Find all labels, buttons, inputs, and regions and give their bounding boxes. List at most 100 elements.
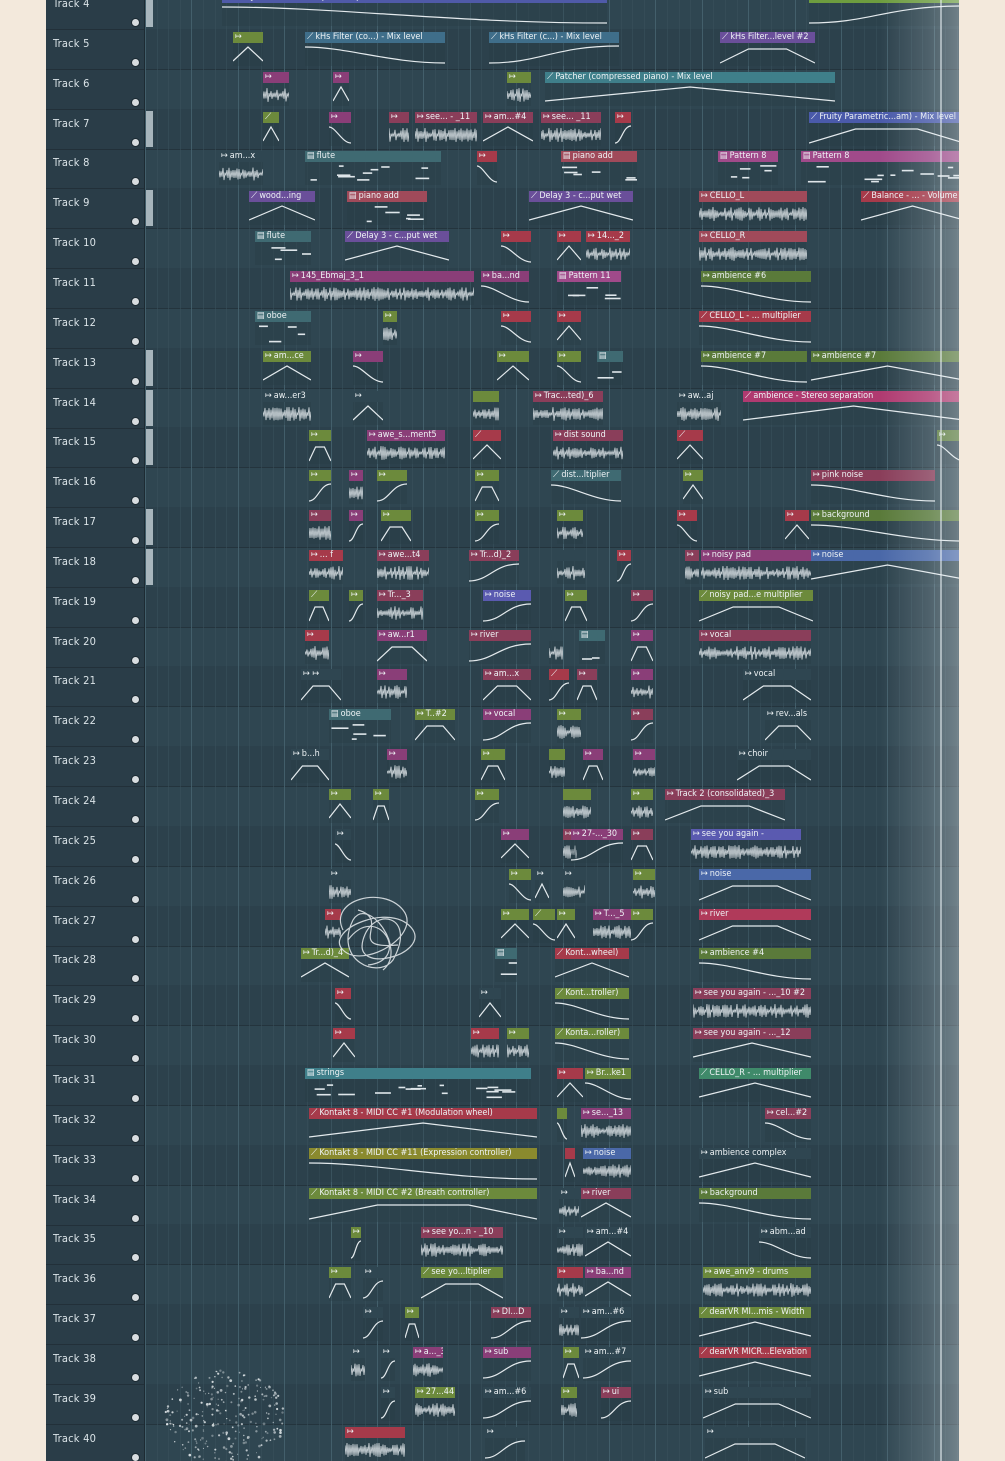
clip-header[interactable]: ↦ ambience complex (699, 1147, 811, 1159)
clip-header[interactable]: ↦ (565, 589, 587, 601)
automation-clip[interactable]: ↦ (631, 828, 653, 863)
track-name[interactable]: Track 9 (53, 196, 90, 209)
clip-header[interactable]: ↦ (479, 988, 501, 1000)
automation-clip[interactable]: ⟋ (309, 589, 329, 624)
automation-clip[interactable]: ↦ (329, 111, 351, 146)
clip-header[interactable]: ⟋ dist...ltiplier (551, 470, 621, 482)
automation-clip[interactable]: ↦ sub (483, 1346, 531, 1381)
clip-header[interactable]: ↦ (509, 868, 531, 880)
automation-clip[interactable]: ↦ cel...#2 (765, 1107, 811, 1142)
clip-header[interactable]: ↦ b...h (291, 749, 329, 761)
clip-header[interactable]: ↦ 145_Ebmaj_3_1 (290, 270, 474, 282)
clip-header[interactable]: ↦ ambience #4 (699, 948, 811, 960)
automation-clip[interactable]: ↦ (615, 111, 631, 146)
pattern-clip[interactable]: ▤ piano add (561, 151, 637, 186)
track-mute-indicator[interactable] (132, 895, 139, 903)
clip-header[interactable]: ↦ (631, 908, 653, 920)
track-mute-indicator[interactable] (132, 258, 139, 266)
automation-clip[interactable]: ↦ (309, 470, 331, 505)
clip-header[interactable]: ⟋ (473, 430, 501, 442)
playlist-row[interactable] (145, 1304, 959, 1346)
clip-header[interactable] (563, 789, 591, 800)
clip-header[interactable]: ↦ (557, 1227, 583, 1239)
clip-header[interactable]: ↦ (785, 510, 809, 522)
pattern-clip[interactable]: ▤ oboe (255, 310, 311, 345)
clip-header[interactable]: ↦ background (811, 510, 959, 522)
clip-header[interactable]: ↦ background (699, 1187, 811, 1199)
clip-header[interactable]: ↦ river (581, 1187, 631, 1199)
track-name[interactable]: Track 28 (53, 953, 96, 966)
clip-header[interactable]: ⟋ Kont...wheel) (555, 948, 629, 960)
playlist-row[interactable] (145, 1344, 959, 1385)
automation-clip[interactable]: ↦ (351, 1227, 361, 1262)
track-name[interactable]: Track 19 (53, 595, 96, 608)
track-header[interactable]: Track 19 (46, 587, 144, 628)
clip-header[interactable]: ↦ aw...er3 (263, 390, 311, 402)
automation-clip[interactable]: ↦ (335, 988, 351, 1023)
clip-header[interactable]: ↦ (507, 1028, 529, 1040)
automation-clip[interactable]: ↦ (233, 31, 263, 66)
clip-header[interactable]: ↦ (557, 310, 581, 322)
automation-clip[interactable]: ↦ background (699, 1187, 811, 1222)
audio-clip[interactable]: ↦ (633, 749, 655, 784)
clip-header[interactable]: ↦ (615, 111, 631, 123)
track-header[interactable]: Track 21 (46, 666, 144, 708)
track-name[interactable]: Track 21 (53, 674, 96, 687)
track-name[interactable]: Track 23 (53, 754, 96, 767)
automation-clip[interactable]: ↦ (485, 1426, 525, 1461)
clip-header[interactable]: ↦ DI...D (491, 1307, 531, 1319)
automation-clip[interactable] (557, 1107, 567, 1142)
playlist-row[interactable] (145, 1144, 959, 1186)
automation-clip[interactable]: ↦ Track 2 (consolidated)_3 (665, 789, 785, 823)
clip-header[interactable]: ↦ T..#2 (415, 709, 455, 721)
clip-header[interactable]: ↦ 14..._2 (586, 231, 630, 243)
track-mute-indicator[interactable] (132, 1214, 139, 1222)
automation-clip[interactable]: ⟋ (549, 669, 569, 704)
clip-header[interactable]: ↦ (507, 71, 531, 83)
automation-clip[interactable]: ↦ (479, 988, 501, 1023)
audio-clip[interactable]: ↦ 14..._2 (586, 231, 630, 266)
track-header[interactable]: Track 34 (46, 1185, 144, 1226)
clip-header[interactable]: ▤ (597, 350, 623, 362)
clip-header[interactable]: ⟋ Patcher (compressed piano) - Mix level (545, 71, 835, 83)
pattern-clip[interactable]: ▤ piano add (347, 191, 427, 226)
track-mute-indicator[interactable] (132, 576, 139, 584)
pattern-clip[interactable]: ▤ Pattern 11 (557, 270, 621, 305)
audio-clip[interactable] (473, 390, 499, 425)
clip-header[interactable]: ↦ river (469, 629, 531, 641)
audio-clip[interactable]: ↦ (631, 669, 653, 704)
clip-header[interactable]: ↦ (263, 71, 289, 83)
playlist-row[interactable] (145, 1105, 959, 1146)
automation-clip[interactable]: ↦ noise (483, 589, 531, 624)
track-name[interactable]: Track 26 (53, 874, 96, 887)
clip-header[interactable]: ↦ (349, 589, 363, 601)
automation-clip[interactable]: ⟋ kHs Filter (c...) - Mix level (489, 31, 619, 66)
automation-clip[interactable]: ⟋ dist...ltiplier (551, 470, 621, 505)
clip-header[interactable] (565, 1147, 575, 1159)
clip-header[interactable]: ↦a..._3 (413, 1346, 443, 1358)
clip-header[interactable]: ↦ rev...als (765, 709, 811, 721)
track-name[interactable]: Track 22 (53, 714, 96, 727)
clip-header[interactable]: ↦ (559, 1187, 579, 1199)
track-mute-indicator[interactable] (132, 1413, 139, 1421)
clip-header[interactable]: ↦ (557, 350, 581, 362)
track-header[interactable]: Track 15 (46, 427, 144, 469)
automation-clip[interactable]: ↦ (677, 510, 697, 545)
automation-clip[interactable]: ⟋ Fruity Parametric...am) - Mix level (809, 111, 959, 146)
clip-header[interactable]: ↦ (329, 868, 351, 880)
automation-clip[interactable]: ↦ (475, 789, 499, 823)
clip-header[interactable]: ↦ Trac...ted)_6 (533, 390, 603, 402)
automation-clip[interactable]: ↦ ui (601, 1386, 631, 1421)
clip-header[interactable]: ↦ (353, 390, 383, 402)
clip-header[interactable]: ↦ (389, 111, 409, 123)
clip-header[interactable]: ▤ oboe (255, 310, 311, 322)
automation-clip[interactable]: ↦ (535, 868, 549, 903)
track-mute-indicator[interactable] (132, 935, 139, 943)
track-header[interactable]: Track 11 (46, 268, 144, 309)
track-header[interactable]: Track 6 (46, 69, 144, 110)
audio-clip[interactable]: ↦ (561, 1386, 577, 1421)
clip-header[interactable]: ↦ (501, 828, 529, 840)
clip-header[interactable]: ↦ (683, 470, 703, 482)
playlist-row[interactable] (145, 945, 959, 987)
audio-clip[interactable]: ↦ Trac...ted)_6 (533, 390, 603, 425)
